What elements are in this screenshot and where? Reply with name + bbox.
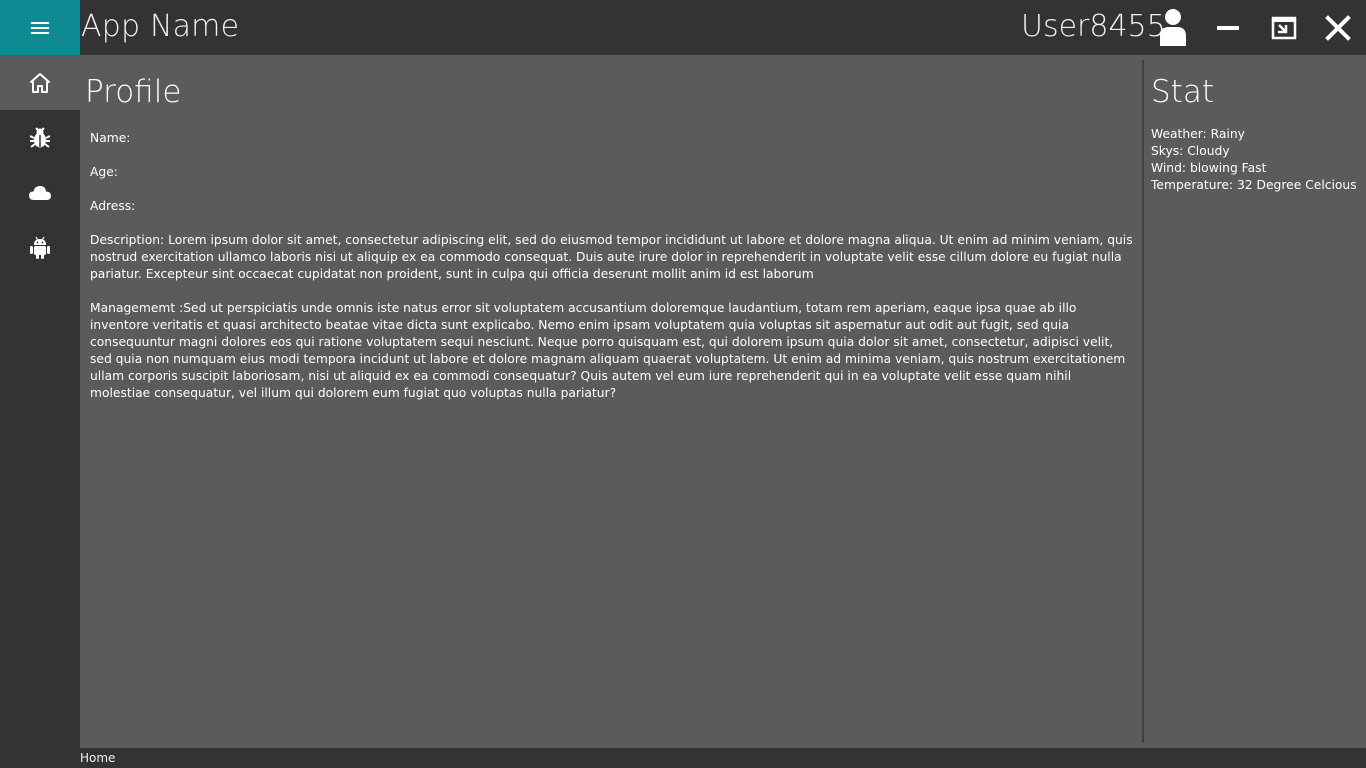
status-bar: Home — [0, 748, 1366, 768]
nav-bug[interactable] — [0, 110, 80, 165]
hamburger-menu-button[interactable] — [0, 0, 80, 55]
stat-heading: Stat — [1151, 74, 1214, 110]
profile-content: Name: Age: Adress: Description: Lorem ip… — [90, 130, 1135, 419]
stat-weather: Weather: Rainy — [1151, 127, 1245, 141]
nav-home[interactable] — [0, 55, 80, 110]
stat-panel: Weather: Rainy Skys: Cloudy Wind: blowin… — [1151, 126, 1361, 194]
android-icon — [30, 236, 50, 259]
sidebar — [0, 55, 80, 768]
stat-skys: Skys: Cloudy — [1151, 144, 1230, 158]
description-text: Description: Lorem ipsum dolor sit amet,… — [90, 233, 1133, 281]
name-field-label: Name: — [90, 131, 131, 145]
username-label: User8455 — [1021, 9, 1166, 44]
title-bar: App Name User8455 — [0, 0, 1366, 55]
management-text: Managememt :Sed ut perspiciatis unde omn… — [90, 301, 1126, 400]
user-person-icon[interactable] — [1157, 8, 1189, 46]
nav-cloud[interactable] — [0, 165, 80, 220]
app-title: App Name — [81, 9, 240, 44]
address-field-label: Adress: — [90, 199, 136, 213]
bug-icon — [29, 126, 51, 148]
age-field-label: Age: — [90, 165, 118, 179]
home-icon — [30, 72, 50, 93]
profile-heading: Profile — [85, 74, 182, 110]
stat-wind: Wind: blowing Fast — [1151, 161, 1267, 175]
nav-android[interactable] — [0, 220, 80, 275]
restore-window-icon[interactable] — [1266, 10, 1302, 46]
panel-divider — [1142, 60, 1144, 743]
stat-temperature: Temperature: 32 Degree Celcious — [1151, 178, 1357, 192]
hamburger-menu-icon — [31, 21, 49, 34]
status-text: Home — [80, 751, 116, 765]
minimize-icon[interactable] — [1210, 10, 1246, 46]
cloud-icon — [29, 185, 51, 200]
close-icon[interactable] — [1320, 10, 1356, 46]
